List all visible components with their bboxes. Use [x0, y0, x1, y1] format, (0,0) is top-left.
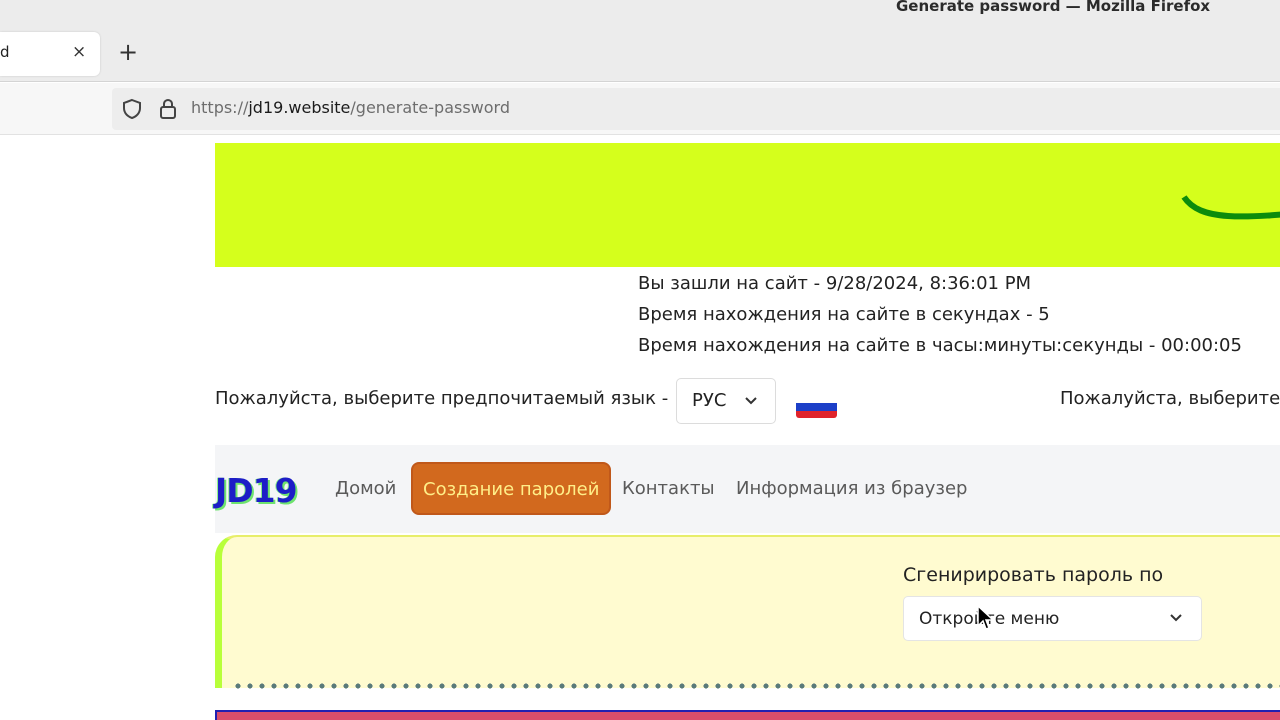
visit-hms: Время нахождения на сайте в часы:минуты:… [638, 335, 1242, 356]
language-prompt: Пожалуйста, выберите предпочитаемый язык… [215, 388, 669, 409]
lock-icon[interactable] [158, 98, 178, 120]
new-tab-button[interactable]: + [118, 40, 138, 64]
url-scheme: https:// [191, 98, 249, 117]
generator-method-select[interactable]: Откройте меню [903, 596, 1202, 641]
visit-seconds: Время нахождения на сайте в секундах - 5 [638, 304, 1050, 325]
nav-generate-password-label: Создание паролей [423, 479, 600, 500]
nav-contacts[interactable]: Контакты [622, 478, 715, 499]
language-select[interactable]: РУС [676, 378, 776, 424]
visit-entered-time: Вы зашли на сайт - 9/28/2024, 8:36:01 PM [638, 273, 1032, 294]
tab-generate-password[interactable]: d × [0, 32, 100, 76]
visit-info: Вы зашли на сайт - 9/28/2024, 8:36:01 PM… [638, 268, 1242, 361]
header-banner [215, 143, 1280, 267]
url-text[interactable]: https://jd19.website/generate-password [191, 98, 510, 117]
shield-icon[interactable] [122, 98, 142, 120]
nav-browser-info[interactable]: Информация из браузер [736, 478, 967, 499]
banner-swoosh-graphic [1181, 195, 1280, 220]
window-titlebar: Generate password — Mozilla Firefox [0, 0, 1280, 22]
window-title: Generate password — Mozilla Firefox [896, 0, 1211, 15]
mouse-cursor-icon [977, 604, 995, 630]
russian-flag-icon [796, 396, 837, 418]
next-section-edge [215, 710, 1280, 720]
close-tab-icon[interactable]: × [72, 42, 86, 62]
brand-logo[interactable]: JD19 [215, 471, 298, 510]
chevron-down-icon [745, 397, 757, 405]
tab-title: d [0, 43, 10, 61]
nav-generate-password[interactable]: Создание паролей [411, 462, 611, 515]
url-path: /generate-password [350, 98, 510, 117]
chevron-down-icon [1170, 614, 1182, 622]
tab-bar: d × + [0, 22, 1280, 82]
site-navbar: JD19 Домой Создание паролей Контакты Инф… [215, 445, 1280, 533]
language-prompt-repeat: Пожалуйста, выберите [1060, 388, 1280, 409]
generator-label: Сгенирировать пароль по [903, 564, 1164, 586]
nav-home[interactable]: Домой [335, 478, 396, 499]
url-host: jd19.website [248, 98, 351, 117]
language-select-value: РУС [692, 390, 727, 411]
dotted-border [232, 682, 1280, 690]
